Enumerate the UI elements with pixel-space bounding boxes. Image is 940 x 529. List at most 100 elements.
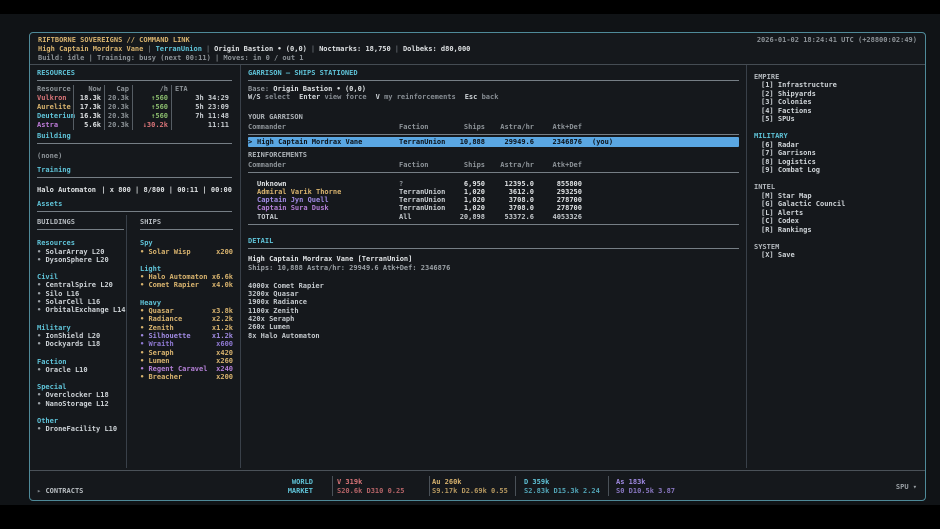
resource-eta: 3h 34:29 [171,94,229,103]
menu-item-shipyards[interactable]: [2] Shipyards [754,90,925,98]
building-item: Silo L16 [37,290,124,298]
building-group: Other DroneFacility L10 [37,417,124,434]
building-item: OrbitalExchange L14 [37,306,124,314]
col-header: Now [73,85,104,94]
contracts-arrow-icon: ▸ [37,487,41,495]
market-ticker-astra[interactable]: As 183k S0 D10.5k 3.87 [616,478,675,495]
contracts-button[interactable]: ▸ CONTRACTS [37,487,83,495]
menu-section-empire: EMPIRE [1] Infrastructure [2] Shipyards … [754,73,925,123]
garrison-panel: GARRISON — SHIPS STATIONED Base: Origin … [241,65,747,468]
ship-item: Breacherx200 [140,373,233,381]
ship-item: Quasarx3.8k [140,307,233,315]
garrison-info: Base: Origin Bastion • (0,0) W/S selectE… [248,85,739,102]
market-ticker-vulkron[interactable]: V 319k S20.6k D310 0.25 [337,478,404,495]
reinforcement-row[interactable]: Captain Jyn Quell TerranUnion 1,020 3708… [248,196,739,204]
selection-marker: > [248,137,257,147]
menu-item-combat-log[interactable]: [9] Combat Log [754,166,925,174]
detail-ship-line: 420x Seraph [248,315,739,323]
col-header: /h [132,85,171,94]
detail-ship-list: 4000x Comet Rapier 3200x Quasar 1900x Ra… [248,282,739,340]
you-tag: (you) [582,137,739,147]
building-group: Military IonShield L20 Dockyards L18 [37,324,124,349]
menu-item-star-map[interactable]: [M] Star Map [754,192,925,200]
menu-item-save[interactable]: [X] Save [754,251,925,259]
building-item: Dockyards L18 [37,340,124,348]
footer-divider [608,476,609,496]
ship-group: Light Halo Automatonx6.6k Comet Rapierx4… [140,265,233,290]
menu-item-infrastructure[interactable]: [1] Infrastructure [754,81,925,89]
keyboard-hints: W/S selectEnter view forceV my reinforce… [248,93,739,101]
training-queue-row: Halo Automaton | x 800 | 8/800 | 00:11 |… [37,186,232,194]
reinforcement-row[interactable]: Captain Sura Dusk TerranUnion 1,020 3708… [248,204,739,212]
detail-ship-line: 1100x Zenith [248,307,739,315]
menu-section-system: SYSTEM [X] Save [754,243,925,260]
footer-divider [332,476,333,496]
buildings-title: BUILDINGS [37,218,124,230]
reinforcement-row[interactable]: Unknown ? 6,950 12395.0 855800 [248,180,739,188]
commander-name: Captain Jyn Quell [257,196,399,204]
ship-item: Zenithx1.2k [140,324,233,332]
resource-rate: ↑560 [132,94,171,103]
detail-stats: Ships: 10,888 Astra/hr: 29949.6 Atk+Def:… [248,264,739,272]
ship-item: Seraphx420 [140,349,233,357]
resource-cap: 20.3k [104,112,132,121]
detail-ship-line: 260x Lumen [248,323,739,331]
your-garrison-label: YOUR GARRISON [248,113,739,121]
commander-faction: TerranUnion [399,137,455,147]
detail-commander: High Captain Mordrax Vane [TerranUnion] [248,255,739,263]
left-panel: RESOURCES Resource Now Cap /h ETA Vulkro… [30,65,241,468]
menu-item-alerts[interactable]: [L] Alerts [754,209,925,217]
resource-now: 5.6k [73,121,104,130]
menu-item-colonies[interactable]: [3] Colonies [754,98,925,106]
ship-item: Silhouettex1.2k [140,332,233,340]
menu-item-spus[interactable]: [5] SPUs [754,115,925,123]
dolbeks-balance: Dolbeks: d80,000 [403,45,470,53]
menu-item-radar[interactable]: [6] Radar [754,141,925,149]
ship-item: Comet Rapierx4.0k [140,281,233,289]
reinforcement-row[interactable]: Admiral Varik Thorne TerranUnion 1,020 3… [248,188,739,196]
commander-faction: TerranUnion [399,188,455,196]
reinforcements-table-header: Commander Faction Ships Astra/hr Atk+Def [248,161,739,172]
ship-item: Radiancex2.2k [140,315,233,323]
building-item: Oracle L10 [37,366,124,374]
commander-name: High Captain Mordrax Vane [257,137,399,147]
astra-per-hr: 29949.6 [485,137,534,147]
menu-item-logistics[interactable]: [8] Logistics [754,158,925,166]
assets-columns: BUILDINGS Resources SolarArray L20 Dyson… [30,215,240,468]
building-group: Special Overclocker L18 NanoStorage L12 [37,383,124,408]
menu-item-rankings[interactable]: [R] Rankings [754,226,925,234]
commander-faction: TerranUnion [399,196,455,204]
menu-item-codex[interactable]: [C] Codex [754,217,925,225]
commander-name: Admiral Varik Thorne [257,188,399,196]
building-item: DysonSphere L20 [37,256,124,264]
reinforcements-section: REINFORCEMENTS Commander Faction Ships A… [248,151,739,225]
detail-ship-line: 8x Halo Automaton [248,332,739,340]
footer-divider [429,476,430,496]
resource-rate: ↑560 [132,112,171,121]
menu-item-garrisons[interactable]: [7] Garrisons [754,149,925,157]
commander-faction: ? [399,180,455,188]
menu-item-factions[interactable]: [4] Factions [754,107,925,115]
building-item: SolarArray L20 [37,248,124,256]
ship-item: Wraithx600 [140,340,233,348]
col-header: ETA [171,85,229,94]
resource-eta: 5h 23:09 [171,103,229,112]
ships-count: 10,888 [455,137,485,147]
menu-item-galactic-council[interactable]: [G] Galactic Council [754,200,925,208]
garrison-row-selected[interactable]: > High Captain Mordrax Vane TerranUnion … [248,137,739,147]
market-ticker-aurelite[interactable]: Au 260k S9.17k D2.69k 0.55 [432,478,508,495]
market-ticker-deuterium[interactable]: D 359k S2.83k D15.3k 2.24 [524,478,600,495]
commander-faction: TerranUnion [399,204,455,212]
building-item: CentralSpire L20 [37,281,124,289]
resource-rate: ↑560 [132,103,171,112]
resource-now: 18.3k [73,94,104,103]
detail-section: DETAIL High Captain Mordrax Vane [Terran… [248,237,739,340]
building-queue-empty: (none) [37,152,232,160]
resource-cap: 20.3k [104,121,132,130]
menu-section-intel: INTEL [M] Star Map [G] Galactic Council … [754,183,925,233]
atk-def: 2346876 [534,137,582,147]
training-progress: | x 800 | 8/800 | 00:11 | 00:00 [101,186,232,194]
building-group: Civil CentralSpire L20 Silo L16 SolarCel… [37,273,124,314]
clock: 2026-01-02 18:24:41 UTC (+28800:02:49) [757,36,917,45]
spu-dropdown[interactable]: SPU ▾ [896,483,917,491]
